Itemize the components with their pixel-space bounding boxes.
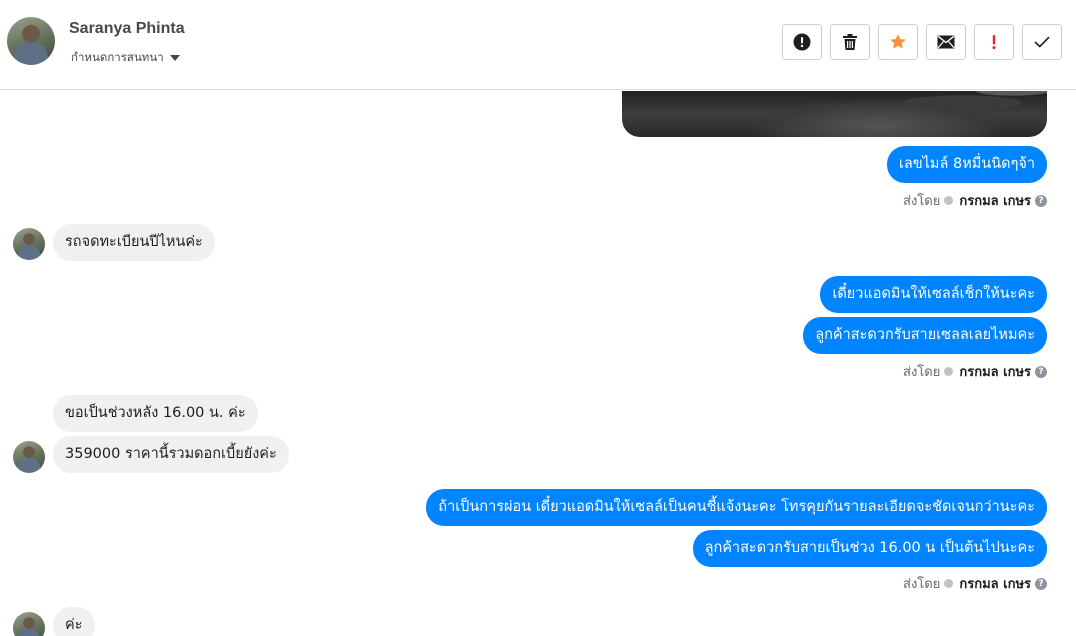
contact-avatar-small[interactable] xyxy=(13,612,45,636)
check-circle-icon xyxy=(944,196,954,205)
message-thread: เลขไมล์ 8หมื่นนิดๆจ้า ส่งโดย กรกมล เกษร … xyxy=(0,91,1076,636)
sent-by-prefix: ส่งโดย xyxy=(903,194,941,209)
check-circle-icon xyxy=(944,579,954,588)
outgoing-message[interactable]: เดี๋ยวแอดมินให้เซลล์เช็กให้นะคะ xyxy=(820,276,1047,313)
image-message[interactable] xyxy=(622,91,1047,137)
incoming-message[interactable]: รถจดทะเบียนปีไหนค่ะ xyxy=(53,224,215,261)
star-icon xyxy=(890,34,906,49)
help-icon[interactable]: ? xyxy=(1035,577,1047,590)
sent-by-agent[interactable]: กรกมล เกษร xyxy=(959,361,1031,382)
incoming-message[interactable]: 359000 ราคานี้รวมดอกเบี้ยยังค่ะ xyxy=(53,436,289,473)
assign-conversation-label: กำหนดการสนทนา xyxy=(71,50,164,64)
contact-avatar-small[interactable] xyxy=(13,441,45,473)
contact-name[interactable]: Saranya Phinta xyxy=(69,20,185,38)
sent-by-agent[interactable]: กรกมล เกษร xyxy=(959,190,1031,211)
mark-unread-button[interactable] xyxy=(926,24,966,60)
conversation-header: Saranya Phinta กำหนดการสนทนา xyxy=(0,0,1076,90)
sent-by-line: ส่งโดย กรกมล เกษร ? xyxy=(903,573,1047,594)
envelope-icon xyxy=(937,35,955,49)
incoming-message[interactable]: ค่ะ xyxy=(53,607,95,636)
help-icon[interactable]: ? xyxy=(1035,365,1047,378)
check-icon xyxy=(1034,36,1050,48)
sent-by-prefix: ส่งโดย xyxy=(903,365,941,380)
check-circle-icon xyxy=(944,367,954,376)
contact-avatar-small[interactable] xyxy=(13,228,45,260)
incoming-message[interactable]: ขอเป็นช่วงหลัง 16.00 น. ค่ะ xyxy=(53,395,258,432)
contact-avatar[interactable] xyxy=(7,17,55,65)
outgoing-message[interactable]: ถ้าเป็นการผ่อน เดี๋ยวแอดมินให้เซลล์เป็นค… xyxy=(426,489,1047,526)
help-icon[interactable]: ? xyxy=(1035,194,1047,207)
mark-spam-button[interactable] xyxy=(782,24,822,60)
sent-by-agent[interactable]: กรกมล เกษร xyxy=(959,573,1031,594)
sent-by-prefix: ส่งโดย xyxy=(903,577,941,592)
sent-by-line: ส่งโดย กรกมล เกษร ? xyxy=(903,361,1047,382)
outgoing-message[interactable]: ลูกค้าสะดวกรับสายเซลลเลยไหมคะ xyxy=(803,317,1047,354)
alert-circle-icon xyxy=(793,33,811,51)
exclamation-icon xyxy=(992,35,996,50)
trash-icon xyxy=(843,34,857,50)
outgoing-message[interactable]: ลูกค้าสะดวกรับสายเป็นช่วง 16.00 น เป็นต้… xyxy=(692,530,1047,567)
assign-conversation-dropdown[interactable]: กำหนดการสนทนา xyxy=(71,49,180,67)
conversation-toolbar xyxy=(782,24,1062,60)
follow-up-button[interactable] xyxy=(974,24,1014,60)
caret-down-icon xyxy=(169,55,180,61)
outgoing-message[interactable]: เลขไมล์ 8หมื่นนิดๆจ้า xyxy=(886,146,1047,183)
mark-done-button[interactable] xyxy=(1022,24,1062,60)
star-button[interactable] xyxy=(878,24,918,60)
delete-button[interactable] xyxy=(830,24,870,60)
sent-by-line: ส่งโดย กรกมล เกษร ? xyxy=(903,190,1047,211)
